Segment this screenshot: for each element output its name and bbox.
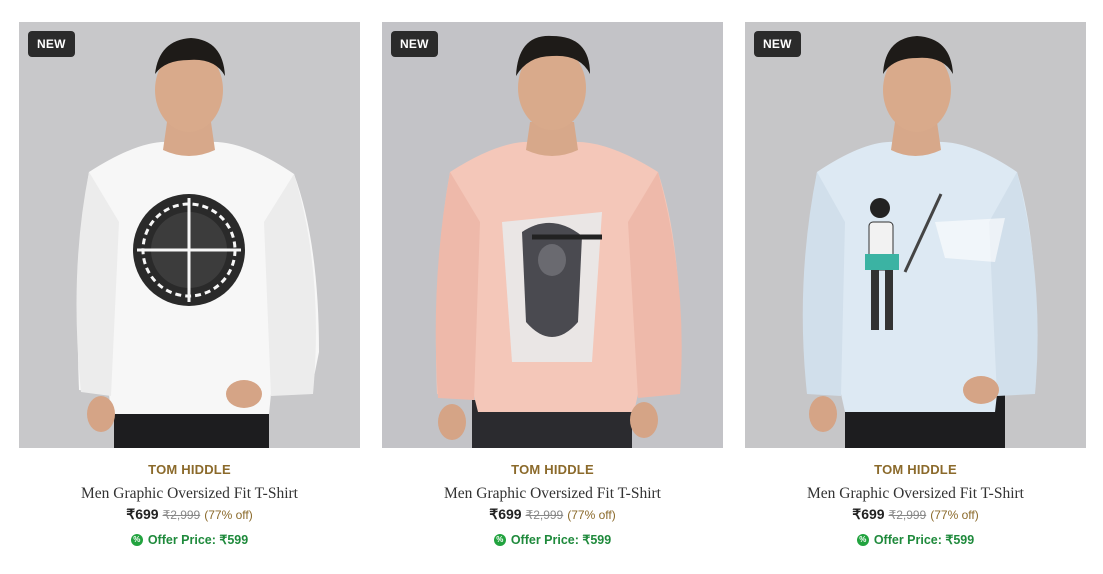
product-image[interactable]: NEW [19,22,360,448]
offer-price: % Offer Price: ₹599 [130,532,249,547]
price-row: ₹699 ₹2,999 (77% off) [126,506,252,523]
product-image[interactable]: NEW [382,22,723,448]
selling-price: ₹699 [126,506,159,522]
product-card[interactable]: NEW TOM HIDDLE Men Graphic Oversized Fit… [382,22,723,547]
product-title[interactable]: Men Graphic Oversized Fit T-Shirt [807,485,1024,503]
product-card[interactable]: NEW TOM HIDDLE Men Graphic Oversized Fit… [19,22,360,547]
brand-name[interactable]: TOM HIDDLE [148,462,231,477]
percent-badge-icon: % [856,533,869,546]
offer-price: % Offer Price: ₹599 [493,532,612,547]
discount-label: (77% off) [567,508,616,522]
price-row: ₹699 ₹2,999 (77% off) [852,506,978,523]
mrp-price: ₹2,999 [888,508,927,522]
percent-badge-icon: % [493,533,506,546]
model-photo [435,35,682,448]
mrp-price: ₹2,999 [525,508,564,522]
product-title[interactable]: Men Graphic Oversized Fit T-Shirt [444,485,661,503]
offer-price: % Offer Price: ₹599 [856,532,975,547]
brand-name[interactable]: TOM HIDDLE [511,462,594,477]
offer-price-label: Offer Price: ₹599 [147,533,249,547]
price-row: ₹699 ₹2,999 (77% off) [489,506,615,523]
offer-price-label: Offer Price: ₹599 [873,533,975,547]
product-grid: NEW TOM HIDDLE Men Graphic Oversized Fit… [19,22,1086,547]
selling-price: ₹699 [489,506,522,522]
selling-price: ₹699 [852,506,885,522]
discount-label: (77% off) [930,508,979,522]
model-photo [802,36,1038,448]
mrp-price: ₹2,999 [162,508,201,522]
model-photo [76,38,319,448]
new-badge: NEW [28,31,75,57]
brand-name[interactable]: TOM HIDDLE [874,462,957,477]
new-badge: NEW [754,31,801,57]
percent-badge-icon: % [130,533,143,546]
product-card[interactable]: NEW TOM HIDDLE Men Graphic Oversized Fit… [745,22,1086,547]
product-image[interactable]: NEW [745,22,1086,448]
product-title[interactable]: Men Graphic Oversized Fit T-Shirt [81,485,298,503]
offer-price-label: Offer Price: ₹599 [510,533,612,547]
new-badge: NEW [391,31,438,57]
discount-label: (77% off) [204,508,253,522]
